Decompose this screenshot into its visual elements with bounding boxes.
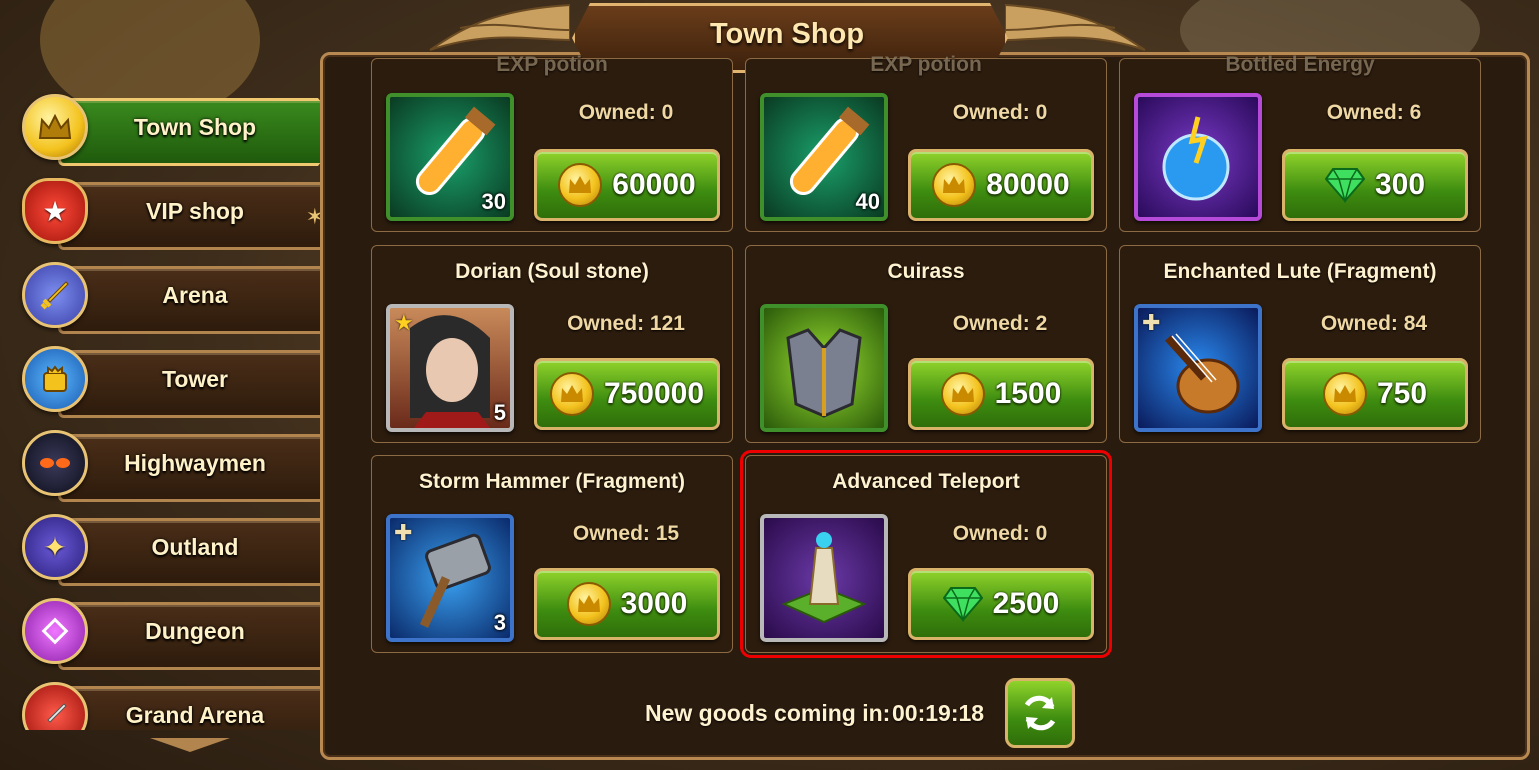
- owned-count: Owned: 0: [952, 522, 1048, 545]
- price-value: 750000: [603, 377, 705, 410]
- item-quantity: 40: [855, 189, 880, 214]
- price-value: 1500: [994, 377, 1062, 410]
- sidebar-item-town-shop[interactable]: Town Shop: [0, 90, 330, 162]
- item-quantity: 5: [493, 400, 506, 425]
- price-value: 3000: [620, 587, 688, 620]
- right-wing-ornament: [1005, 3, 1146, 51]
- refresh-button[interactable]: [1005, 678, 1075, 748]
- exp-potion-icon: 40: [760, 93, 888, 221]
- item-name: EXP potion: [496, 53, 608, 76]
- refresh-label: New goods coming in:: [645, 700, 891, 726]
- refresh-timer: 00:19:18: [892, 700, 985, 726]
- item-quantity: 30: [481, 189, 506, 214]
- dorian-portrait-icon: ★ 5: [386, 304, 514, 432]
- shop-item-card[interactable]: Storm Hammer (Fragment) ✚ 3 Owned: 15 30…: [371, 455, 733, 653]
- shop-item-card[interactable]: EXP potion 30 Owned: 0 60000: [371, 53, 733, 232]
- price-value: 60000: [612, 168, 696, 201]
- owned-count: Owned: 15: [572, 522, 680, 545]
- sidebar-item-label: Outland: [151, 534, 239, 560]
- fragment-puzzle-icon: ✚: [1142, 310, 1161, 335]
- cuirass-armor-icon: [760, 304, 888, 432]
- sidebar-item-outland[interactable]: ✦ Outland: [0, 510, 330, 586]
- owned-count: Owned: 6: [1326, 101, 1422, 124]
- gold-coin-icon: [1322, 372, 1367, 416]
- gold-coin-icon: [566, 582, 611, 626]
- price-value: 750: [1376, 377, 1428, 410]
- scroll-down-chevron-icon[interactable]: [150, 738, 230, 752]
- owned-count: Owned: 2: [952, 312, 1048, 335]
- page-title: Town Shop: [709, 18, 865, 50]
- shop-sidebar: Town Shop ★ VIP shop ✶ Arena Tower Highw…: [0, 90, 345, 730]
- sidebar-item-grand-arena[interactable]: Grand Arena: [0, 678, 330, 730]
- buy-button[interactable]: 750: [1282, 358, 1468, 430]
- item-name: EXP potion: [870, 53, 982, 76]
- shop-item-card[interactable]: Dorian (Soul stone) ★ 5 Owned: 121 75000…: [371, 245, 733, 443]
- shop-item-card[interactable]: Enchanted Lute (Fragment) ✚ Owned: 84 75…: [1119, 245, 1481, 443]
- shop-item-card-selected[interactable]: Advanced Teleport Owned: 0 2500: [740, 450, 1112, 658]
- gold-coin-icon: [558, 163, 603, 207]
- buy-button[interactable]: 300: [1282, 149, 1468, 221]
- buy-button[interactable]: 1500: [908, 358, 1094, 430]
- shop-item-card[interactable]: Cuirass Owned: 2 1500: [745, 245, 1107, 443]
- owned-count: Owned: 0: [952, 101, 1048, 124]
- left-wing-ornament: [429, 3, 570, 51]
- sidebar-item-label: Highwaymen: [124, 450, 266, 476]
- buy-button[interactable]: 2500: [908, 568, 1094, 640]
- item-name: Advanced Teleport: [832, 470, 1020, 493]
- price-value: 300: [1374, 168, 1426, 201]
- teleport-tower-icon: [760, 514, 888, 642]
- sidebar-item-label: Arena: [162, 282, 228, 308]
- sidebar-item-label: VIP shop: [146, 198, 244, 224]
- item-name: Bottled Energy: [1225, 53, 1375, 76]
- sidebar-item-highwaymen[interactable]: Highwaymen: [0, 426, 330, 502]
- owned-count: Owned: 84: [1320, 312, 1428, 335]
- sidebar-item-label: Dungeon: [145, 618, 245, 644]
- gold-coin-icon: [940, 372, 985, 416]
- buy-button[interactable]: 750000: [534, 358, 720, 430]
- shop-item-card[interactable]: EXP potion 40 Owned: 0 80000: [745, 53, 1107, 232]
- refresh-icon: [1024, 695, 1056, 731]
- price-value: 80000: [986, 168, 1070, 201]
- gold-coin-icon: [549, 372, 594, 416]
- buy-button[interactable]: 3000: [534, 568, 720, 640]
- item-name: Storm Hammer (Fragment): [418, 470, 686, 493]
- sidebar-item-dungeon[interactable]: Dungeon: [0, 594, 330, 670]
- owned-count: Owned: 121: [567, 312, 685, 335]
- item-name: Enchanted Lute (Fragment): [1163, 260, 1437, 283]
- sidebar-item-vip-shop[interactable]: ★ VIP shop ✶: [0, 174, 330, 250]
- star-badge-icon: ★: [394, 310, 414, 335]
- item-name: Dorian (Soul stone): [455, 260, 649, 283]
- buy-button[interactable]: 60000: [534, 149, 720, 221]
- fragment-puzzle-icon: ✚: [394, 520, 413, 545]
- price-value: 2500: [992, 587, 1060, 620]
- sidebar-item-label: Grand Arena: [125, 702, 265, 728]
- storm-hammer-icon: ✚ 3: [386, 514, 514, 642]
- sidebar-item-label: Town Shop: [133, 114, 257, 140]
- energy-orb-icon: [1134, 93, 1262, 221]
- item-quantity: 3: [493, 610, 506, 635]
- exp-potion-icon: 30: [386, 93, 514, 221]
- owned-count: Owned: 0: [578, 101, 674, 124]
- sidebar-item-label: Tower: [161, 366, 229, 392]
- gold-coin-icon: [932, 163, 977, 207]
- green-gem-icon: [942, 587, 983, 622]
- lute-icon: ✚: [1134, 304, 1262, 432]
- sidebar-item-tower[interactable]: Tower: [0, 342, 330, 418]
- item-name: Cuirass: [887, 260, 965, 283]
- shop-item-card[interactable]: Bottled Energy Owned: 6 300: [1119, 53, 1481, 232]
- buy-button[interactable]: 80000: [908, 149, 1094, 221]
- green-gem-icon: [1324, 168, 1365, 203]
- sidebar-item-arena[interactable]: Arena: [0, 258, 330, 334]
